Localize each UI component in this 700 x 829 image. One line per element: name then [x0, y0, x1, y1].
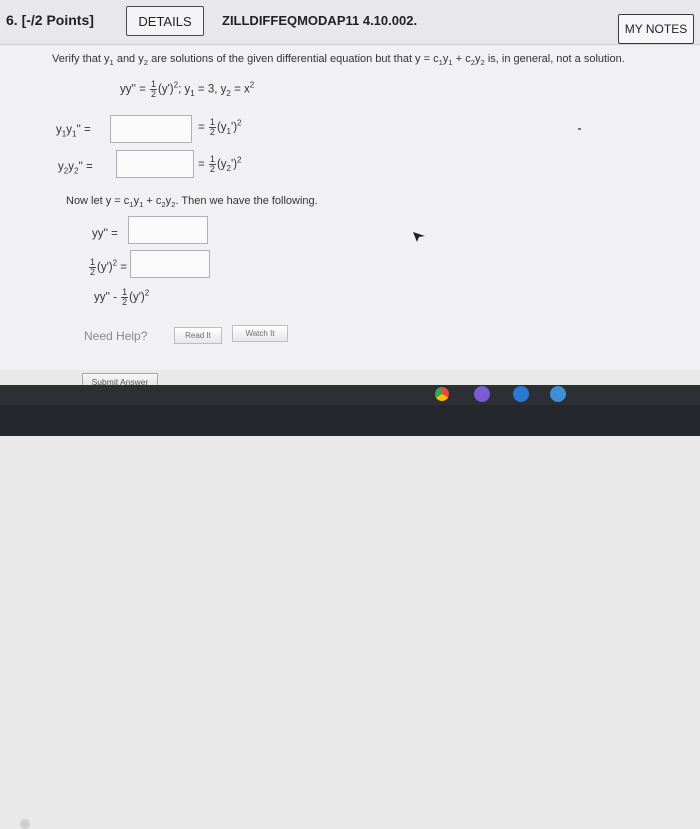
assignment-page: 6. [-/2 Points] DETAILS ZILLDIFFEQMODAP1…	[0, 0, 700, 370]
cursor-mark	[578, 128, 581, 130]
watch-it-button[interactable]: Watch It	[232, 325, 288, 342]
answer-input-1[interactable]	[110, 115, 192, 143]
question-number: 6. [-/2 Points]	[6, 12, 94, 28]
answer-input-3[interactable]	[128, 216, 208, 244]
answer-input-4[interactable]	[130, 250, 210, 278]
problem-code: ZILLDIFFEQMODAP11 4.10.002.	[222, 13, 418, 28]
need-help-label: Need Help?	[84, 329, 148, 343]
dock-shelf	[0, 385, 700, 405]
row2-label: y2y2'' =	[58, 161, 93, 176]
row5-expression: yy'' - 1 2 (y')2	[94, 287, 150, 307]
problem-prompt: Verify that y1 and y2 are solutions of t…	[52, 53, 625, 68]
question-header: 6. [-/2 Points] DETAILS ZILLDIFFEQMODAP1…	[0, 0, 700, 45]
chrome-icon[interactable]	[435, 387, 449, 401]
files-icon[interactable]	[513, 386, 529, 402]
given-equation: yy'' = 1 2 (y')2; y1 = 3, y2 = x2	[120, 79, 255, 99]
now-let-text: Now let y = c1y1 + c2y2. Then we have th…	[66, 195, 318, 210]
play-icon[interactable]	[550, 386, 566, 402]
mouse-cursor-icon	[413, 232, 425, 242]
row1-rhs: = 1 2 (y1')2	[198, 117, 242, 137]
row2-rhs: = 1 2 (y2')2	[198, 154, 242, 174]
m-app-icon[interactable]	[474, 386, 490, 402]
row1-label: y1y1'' =	[56, 124, 91, 139]
row3-label: yy'' =	[92, 228, 118, 240]
taskbar	[0, 405, 700, 829]
row4-label: 1 2 (y')2 =	[89, 257, 128, 277]
answer-input-2[interactable]	[116, 150, 194, 178]
launcher-icon[interactable]	[20, 819, 30, 829]
read-it-button[interactable]: Read It	[174, 327, 222, 344]
my-notes-button[interactable]: MY NOTES	[618, 14, 694, 44]
details-button[interactable]: DETAILS	[126, 6, 204, 36]
